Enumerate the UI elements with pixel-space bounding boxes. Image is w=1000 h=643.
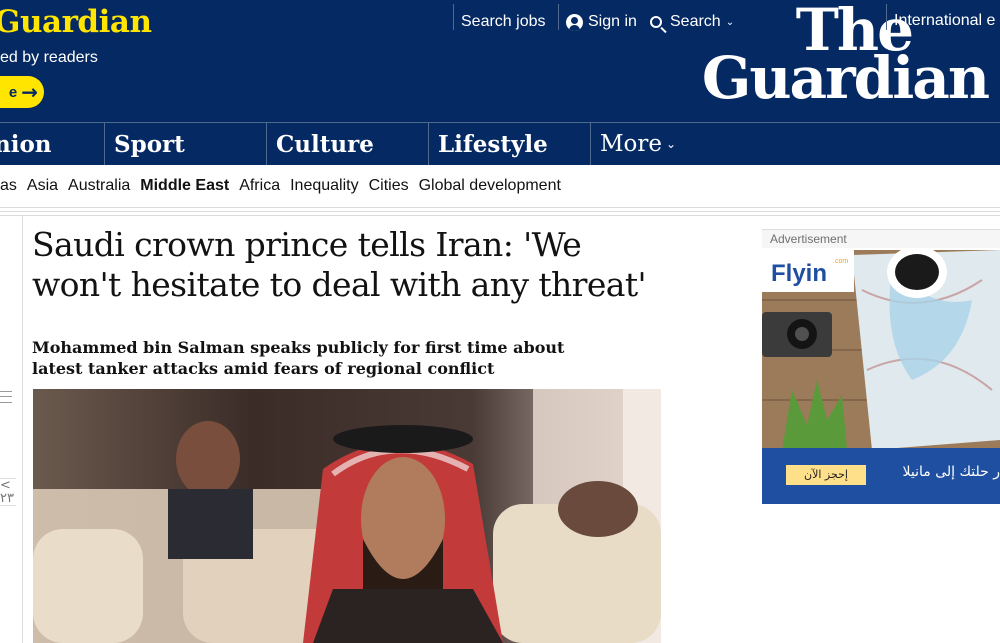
article-main-photo bbox=[33, 389, 661, 643]
subnav-item-australia[interactable]: Australia bbox=[68, 177, 130, 195]
left-column-rule bbox=[22, 216, 23, 643]
site-header: Guardian ed by readers e → Search jobs S… bbox=[0, 0, 1000, 122]
subnav-item-americas[interactable]: as bbox=[0, 177, 17, 195]
nav-item-culture[interactable]: Culture bbox=[266, 123, 428, 165]
divider bbox=[0, 207, 1000, 208]
advertisement-banner[interactable]: Flyin .com إحجز الآن ر حلتك إلى مانيلا bbox=[762, 250, 1000, 504]
article-headline: Saudi crown prince tells Iran: 'We won't… bbox=[32, 225, 647, 304]
nav-more-label: More bbox=[600, 131, 663, 157]
divider bbox=[0, 211, 1000, 212]
divider bbox=[558, 4, 559, 30]
divider bbox=[453, 4, 454, 30]
subnav-item-middle-east[interactable]: Middle East bbox=[140, 177, 229, 195]
promo-subtitle: ed by readers bbox=[0, 49, 98, 66]
ad-brand-suffix: .com bbox=[833, 258, 849, 265]
nav-item-sport[interactable]: Sport bbox=[104, 123, 266, 165]
subnav-item-cities[interactable]: Cities bbox=[369, 177, 409, 195]
sign-in-link[interactable]: Sign in bbox=[566, 0, 637, 44]
nav-item-opinion[interactable]: nion bbox=[0, 123, 104, 165]
subnav-item-asia[interactable]: Asia bbox=[27, 177, 58, 195]
article-standfirst: Mohammed bin Salman speaks publicly for … bbox=[32, 338, 565, 378]
divider bbox=[886, 4, 887, 30]
share-count: ۲۳ bbox=[0, 491, 14, 506]
sub-nav: as Asia Australia Middle East Africa Ine… bbox=[0, 165, 1000, 207]
promo-title: Guardian bbox=[0, 4, 152, 40]
nav-item-more[interactable]: More ⌄ bbox=[590, 123, 1000, 165]
nav-item-lifestyle[interactable]: Lifestyle bbox=[428, 123, 590, 165]
search-icon bbox=[650, 16, 662, 28]
chevron-down-icon: ⌄ bbox=[666, 137, 677, 151]
advertisement-label: Advertisement bbox=[762, 229, 1000, 248]
main-nav: nion Sport Culture Lifestyle More ⌄ bbox=[0, 122, 1000, 165]
crown-prince-photo bbox=[33, 389, 661, 643]
ad-book-now-button[interactable]: إحجز الآن bbox=[786, 465, 866, 485]
subnav-item-global-development[interactable]: Global development bbox=[419, 177, 561, 195]
edition-switcher[interactable]: International e bbox=[894, 12, 995, 30]
logo-line-2: Guardian bbox=[701, 44, 990, 113]
share-widget[interactable]: < ۲۳ bbox=[0, 478, 16, 506]
subnav-item-inequality[interactable]: Inequality bbox=[290, 177, 359, 195]
ad-brand-logo: Flyin bbox=[771, 260, 828, 287]
menu-lines-icon bbox=[0, 391, 12, 403]
search-jobs-link[interactable]: Search jobs bbox=[461, 0, 546, 44]
ad-tagline: ر حلتك إلى مانيلا bbox=[902, 464, 1000, 480]
support-button-label: e bbox=[8, 83, 18, 101]
user-icon bbox=[566, 13, 583, 31]
subnav-item-africa[interactable]: Africa bbox=[239, 177, 280, 195]
arrow-right-icon: → bbox=[21, 80, 38, 104]
search-jobs-label: Search jobs bbox=[461, 13, 546, 30]
divider bbox=[0, 215, 1000, 216]
sign-in-label: Sign in bbox=[588, 13, 637, 30]
support-button[interactable]: e → bbox=[0, 76, 44, 108]
